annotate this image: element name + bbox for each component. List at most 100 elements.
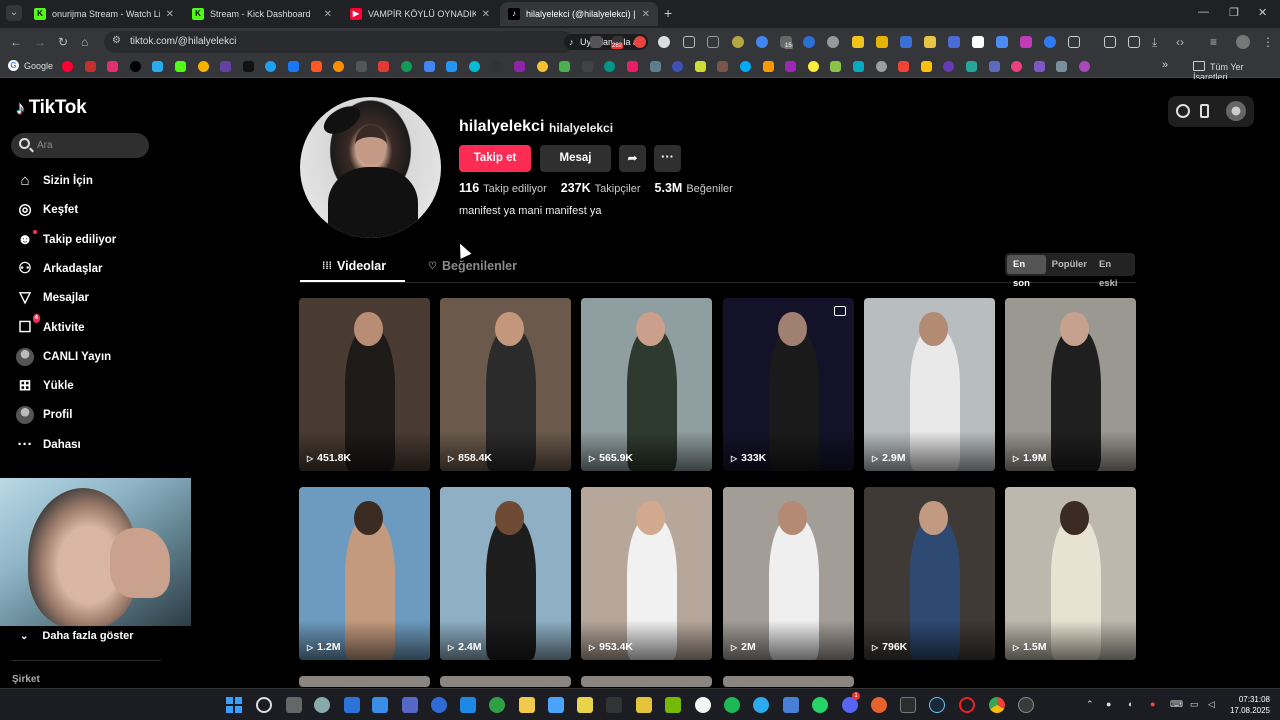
share-icon[interactable]: ➦ bbox=[619, 145, 646, 172]
extension-icon[interactable] bbox=[827, 36, 839, 48]
app-icon[interactable] bbox=[460, 697, 476, 713]
bookmark-favicon-icon[interactable] bbox=[1056, 61, 1068, 72]
bookmark-favicon-icon[interactable] bbox=[966, 61, 977, 72]
extension-icon[interactable] bbox=[852, 36, 864, 48]
bookmark-favicon-icon[interactable] bbox=[875, 61, 887, 72]
bookmark-favicon-icon[interactable] bbox=[378, 61, 390, 72]
bookmark-favicon-icon[interactable] bbox=[446, 61, 458, 72]
extension-icon[interactable] bbox=[590, 36, 602, 48]
bookmark-favicon-icon[interactable] bbox=[559, 61, 571, 72]
app-icon[interactable] bbox=[783, 697, 799, 713]
network-icon[interactable]: ▭ bbox=[1190, 699, 1199, 710]
nvidia-icon[interactable] bbox=[665, 697, 681, 713]
bookmark-favicon-icon[interactable] bbox=[807, 61, 819, 72]
whatsapp-icon[interactable] bbox=[812, 697, 828, 713]
close-window-icon[interactable]: ✕ bbox=[1258, 6, 1267, 19]
bookmark-favicon-icon[interactable] bbox=[649, 61, 661, 72]
forward-icon[interactable]: → bbox=[34, 35, 46, 49]
more-options-icon[interactable]: ··· bbox=[654, 145, 681, 172]
telegram-icon[interactable] bbox=[753, 697, 769, 713]
extension-icon[interactable] bbox=[634, 36, 646, 48]
video-thumbnail[interactable]: ▷ 858.4K bbox=[440, 298, 571, 471]
bookmark-favicon-icon[interactable] bbox=[988, 61, 1000, 72]
following-count[interactable]: 116 bbox=[459, 181, 479, 195]
photos-icon[interactable] bbox=[372, 697, 388, 713]
video-thumbnail[interactable]: ▷ 333K bbox=[723, 298, 854, 471]
bookmark-favicon-icon[interactable] bbox=[220, 61, 232, 72]
app-icon[interactable] bbox=[871, 697, 887, 713]
restore-icon[interactable]: ❐ bbox=[1229, 6, 1239, 19]
video-thumbnail-partial[interactable] bbox=[723, 676, 854, 687]
spotify-icon[interactable] bbox=[724, 697, 740, 713]
sort-oldest[interactable]: En eski bbox=[1093, 255, 1133, 289]
tray-chevron-icon[interactable]: ⌃ bbox=[1086, 699, 1094, 710]
tiktok-logo[interactable]: ♪ TikTok bbox=[16, 97, 87, 119]
notes-icon[interactable] bbox=[577, 697, 593, 713]
bookmark-favicon-icon[interactable] bbox=[536, 61, 548, 72]
site-info-icon[interactable]: ⚙ bbox=[112, 35, 121, 46]
extension-icon[interactable] bbox=[756, 36, 768, 48]
bookmark-favicon-icon[interactable] bbox=[175, 61, 186, 72]
bookmark-favicon-icon[interactable] bbox=[288, 61, 299, 72]
omnibox[interactable]: ⚙ tiktok.com/@hilalyelekci Uygulamada aç… bbox=[104, 31, 669, 53]
home-icon[interactable]: ⌂ bbox=[81, 35, 88, 49]
video-thumbnail-partial[interactable] bbox=[581, 676, 712, 687]
bookmark-favicon-icon[interactable] bbox=[1033, 61, 1045, 72]
bookmark-favicon-icon[interactable] bbox=[898, 61, 910, 72]
extension-icon[interactable] bbox=[924, 36, 936, 48]
browser-tab-4[interactable]: ♪ hilalyelekci (@hilalyelekci) | Tik ✕ bbox=[500, 2, 658, 26]
bookmark-favicon-icon[interactable] bbox=[242, 61, 254, 72]
nav-activity[interactable]: ☐ 4 Aktivite bbox=[16, 314, 85, 339]
follow-button[interactable]: Takip et bbox=[459, 145, 531, 172]
close-icon[interactable]: ✕ bbox=[166, 9, 174, 20]
start-icon[interactable] bbox=[226, 697, 242, 713]
video-thumbnail-partial[interactable] bbox=[299, 676, 430, 687]
extension-icon[interactable] bbox=[900, 36, 912, 48]
profile-avatar[interactable] bbox=[300, 97, 441, 238]
bookmark-favicon-icon[interactable] bbox=[830, 61, 842, 72]
opera-icon[interactable] bbox=[959, 697, 975, 713]
video-thumbnail[interactable]: ▷ 1.2M bbox=[299, 487, 430, 660]
message-button[interactable]: Mesaj bbox=[540, 145, 611, 172]
bookmark-favicon-icon[interactable] bbox=[107, 61, 119, 72]
device-icon[interactable] bbox=[1200, 104, 1209, 118]
bookmark-favicon-icon[interactable] bbox=[129, 61, 141, 72]
following-label[interactable]: Takip ediliyor bbox=[483, 183, 547, 195]
back-icon[interactable]: ← bbox=[10, 35, 22, 49]
bookmark-favicon-icon[interactable] bbox=[604, 61, 616, 72]
bookmark-favicon-icon[interactable] bbox=[310, 61, 322, 72]
extension-icon[interactable] bbox=[948, 36, 960, 48]
microphone-icon[interactable]: ● bbox=[1150, 699, 1155, 709]
devtools-icon[interactable]: ‹› bbox=[1176, 35, 1184, 49]
system-clock[interactable]: 07:31:08 17.08.2025 bbox=[1226, 694, 1270, 716]
nav-following[interactable]: ☻ Takip ediliyor bbox=[16, 229, 116, 251]
app-icon[interactable] bbox=[548, 697, 564, 713]
bookmark-favicon-icon[interactable] bbox=[468, 61, 480, 72]
video-thumbnail[interactable]: ▷ 796K bbox=[864, 487, 995, 660]
bookmark-favicon-icon[interactable] bbox=[491, 61, 503, 72]
minimize-icon[interactable]: — bbox=[1198, 6, 1209, 18]
bookmark-favicon-icon[interactable] bbox=[694, 61, 706, 72]
extension-icon[interactable] bbox=[1044, 36, 1056, 48]
settings-icon[interactable] bbox=[314, 697, 330, 713]
file-explorer-icon[interactable] bbox=[519, 697, 535, 713]
extension-icon[interactable] bbox=[996, 36, 1008, 48]
extension-icon[interactable] bbox=[707, 36, 719, 48]
bookmark-favicon-icon[interactable] bbox=[84, 61, 96, 72]
nav-friends[interactable]: ⚇ Arkadaşlar bbox=[16, 258, 102, 280]
reload-icon[interactable]: ↻ bbox=[58, 35, 68, 49]
extension-icon[interactable] bbox=[972, 36, 984, 48]
search-input[interactable]: Ara bbox=[11, 133, 149, 158]
terminal-icon[interactable] bbox=[606, 697, 622, 713]
edge-icon[interactable] bbox=[431, 697, 447, 713]
app-icon[interactable] bbox=[636, 697, 652, 713]
nav-live[interactable]: CANLI Yayın bbox=[16, 346, 111, 368]
more-bookmarks-icon[interactable]: » bbox=[1162, 59, 1168, 71]
tab-search-icon[interactable]: ⌄ bbox=[6, 5, 22, 21]
extension-icon[interactable] bbox=[732, 36, 744, 48]
video-thumbnail[interactable]: ▷ 2M bbox=[723, 487, 854, 660]
close-icon[interactable]: ✕ bbox=[324, 9, 332, 20]
nav-upload[interactable]: ⊞ Yükle bbox=[16, 375, 74, 397]
bookmark-favicon-icon[interactable] bbox=[853, 61, 864, 72]
extension-icon[interactable] bbox=[1020, 36, 1032, 48]
